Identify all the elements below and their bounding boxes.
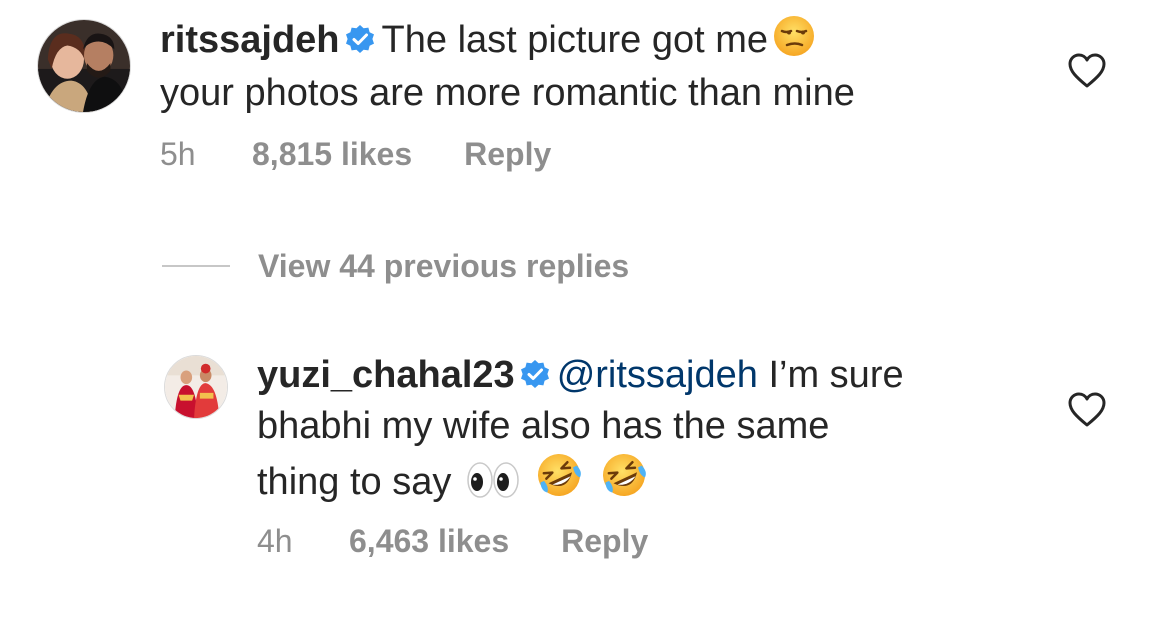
username[interactable]: yuzi_chahal23	[257, 354, 515, 396]
view-previous-replies-button[interactable]: View 44 previous replies	[162, 244, 629, 288]
rolling-on-floor-laughing-emoji-icon	[599, 450, 649, 512]
view-replies-label: View 44 previous replies	[258, 247, 630, 284]
heart-outline-icon	[1068, 53, 1106, 88]
timestamp[interactable]: 5h	[160, 136, 252, 173]
heart-outline-icon	[1068, 392, 1106, 427]
comment-line-2: bhabhi my wife also has the same	[257, 405, 830, 447]
avatar[interactable]	[37, 19, 131, 113]
wedding-photo-avatar-icon	[165, 356, 227, 418]
couple-photo-avatar-icon	[38, 20, 130, 112]
avatar[interactable]	[164, 355, 228, 419]
verified-badge-icon	[344, 21, 376, 68]
comment-line-2: your photos are more romantic than mine	[160, 72, 855, 114]
like-button[interactable]	[1068, 53, 1106, 89]
comment-line-1: The last picture got me	[381, 19, 769, 61]
replies-divider	[162, 265, 230, 267]
unamused-face-emoji-icon	[772, 14, 816, 70]
comment-text: yuzi_chahal23 @ritssajdeh I’m sure bhabhi…	[257, 352, 1037, 512]
username[interactable]: ritssajdeh	[160, 19, 340, 61]
likes-count[interactable]: 8,815 likes	[252, 136, 412, 173]
comment-text: ritssajdeh The last picture got me your p…	[160, 14, 1040, 117]
rolling-on-floor-laughing-emoji-icon	[534, 450, 584, 512]
timestamp[interactable]: 4h	[257, 523, 349, 560]
comment-meta: 4h 6,463 likes Reply	[257, 523, 648, 560]
likes-count[interactable]: 6,463 likes	[349, 523, 509, 560]
comment-line-1: I’m sure	[768, 354, 904, 396]
reply-button[interactable]: Reply	[464, 136, 551, 173]
verified-badge-icon	[519, 356, 551, 403]
comment-meta: 5h 8,815 likes Reply	[160, 136, 551, 173]
mention-link[interactable]: @ritssajdeh	[557, 354, 758, 396]
comment-line-3: thing to say	[257, 461, 452, 503]
reply-button[interactable]: Reply	[561, 523, 648, 560]
eyes-emoji-icon	[466, 460, 520, 512]
like-button[interactable]	[1068, 392, 1106, 428]
